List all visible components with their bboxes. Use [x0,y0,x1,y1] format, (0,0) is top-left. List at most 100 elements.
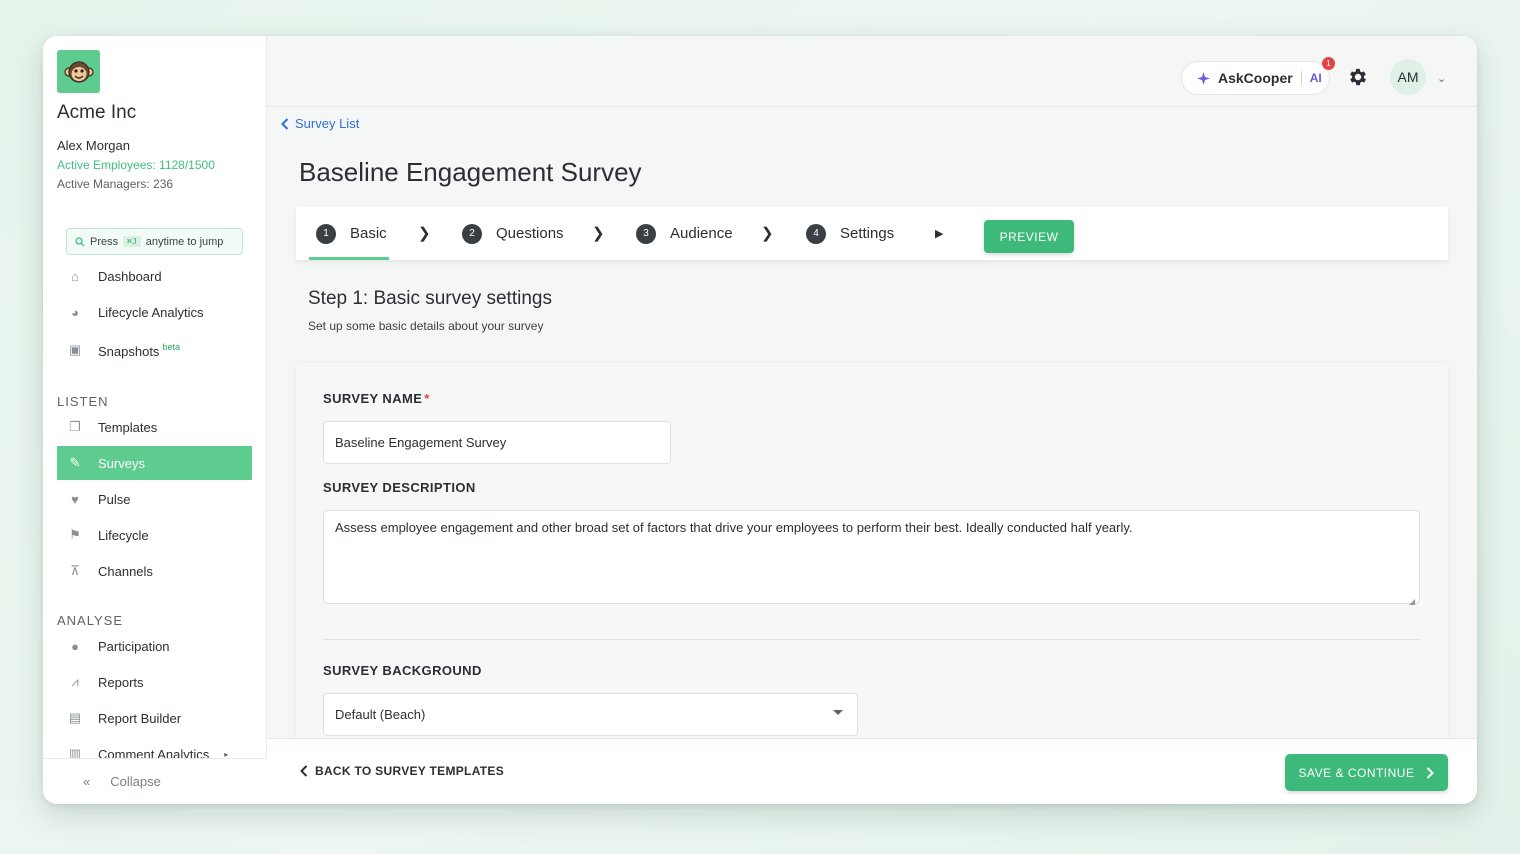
sidebar-item-reports[interactable]: ⩘ Reports [57,665,252,699]
step-number: 1 [316,223,336,244]
sidebar-item-label: Dashboard [98,268,162,284]
caret-right-icon: ▶ [935,228,944,240]
chevron-left-icon [281,117,289,130]
active-managers-count: Active Managers: 236 [57,177,174,191]
step-number: 4 [806,223,826,244]
resize-handle-icon[interactable]: ◢ [1409,593,1417,606]
step-subtitle: Set up some basic details about your sur… [308,319,544,333]
quick-jump-search[interactable]: Press ⌘J anytime to jump [66,228,243,255]
sidebar-item-snapshots[interactable]: ▣ Snapshots beta [57,333,252,367]
step-number: 3 [636,223,656,244]
user-check-icon: ● [71,638,79,654]
back-label: BACK TO SURVEY TEMPLATES [315,764,505,778]
app-window: Acme Inc Alex Morgan Active Employees: 1… [43,36,1477,804]
step-label: Basic [350,225,387,242]
chevron-right-icon: ❯ [761,225,774,242]
notification-badge: 1 [1322,57,1335,70]
sidebar-item-lifecycle-analytics[interactable]: ◕ Lifecycle Analytics [57,295,252,329]
sidebar: Acme Inc Alex Morgan Active Employees: 1… [43,36,267,804]
gear-icon[interactable] [1347,66,1369,88]
preview-button[interactable]: PREVIEW [984,220,1074,253]
section-analyse: ANALYSE [57,613,124,628]
collapse-sidebar-button[interactable]: « Collapse [43,758,267,804]
sidebar-item-templates[interactable]: ❐ Templates [57,410,252,444]
step-settings[interactable]: 4 Settings [806,207,894,260]
chevron-right-icon [1427,766,1435,779]
chevron-left-icon [300,765,308,777]
home-icon: ⌂ [71,268,79,284]
search-icon [75,236,85,246]
step-basic[interactable]: 1 Basic [309,207,389,260]
section-listen: LISTEN [57,394,109,409]
divider [323,639,1420,640]
sidebar-item-label: Surveys [98,455,145,471]
sidebar-item-surveys[interactable]: ✎ Surveys [57,446,252,480]
save-label: SAVE & CONTINUE [1298,765,1415,780]
sidebar-item-label: Lifecycle Analytics [98,304,204,320]
file-export-icon: ▤ [68,710,82,725]
step-audience[interactable]: 3 Audience [636,207,733,260]
survey-description-text: Assess employee engagement and other bro… [335,520,1133,535]
jump-shortcut-key: ⌘J [123,236,141,247]
sidebar-item-lifecycle[interactable]: ⚑ Lifecycle [57,518,252,552]
caret-down-icon [833,710,843,715]
pie-chart-icon: ◕ [71,304,79,320]
flag-icon: ⚑ [69,527,81,542]
step-label: Questions [496,225,564,242]
save-continue-button[interactable]: SAVE & CONTINUE [1285,754,1448,791]
monkey-logo-icon [63,60,94,83]
divider [1300,71,1302,85]
chevron-right-icon: ❯ [418,225,431,242]
survey-description-textarea[interactable]: Assess employee engagement and other bro… [323,510,1420,606]
top-bar: AskCooper AI 1 AM ⌄ [267,36,1477,107]
askcooper-button[interactable]: AskCooper AI [1181,61,1330,95]
copy-icon: ❐ [69,419,81,434]
sidebar-item-participation[interactable]: ● Participation [57,629,252,663]
step-label: Audience [670,225,733,242]
jump-press-label: Press [90,235,119,248]
sparkle-icon [1197,71,1210,85]
collapse-label: Collapse [110,774,161,789]
sidebar-item-channels[interactable]: ⊼ Channels [57,554,252,588]
breadcrumb-link[interactable]: Survey List [295,116,359,131]
chevron-right-icon: ❯ [592,225,605,242]
double-chevron-left-icon: « [83,774,91,789]
ai-label: AI [1309,71,1322,85]
askcooper-label: AskCooper [1218,70,1293,86]
survey-name-input[interactable]: Baseline Engagement Survey [323,421,671,464]
chevron-down-icon[interactable]: ⌄ [1437,72,1446,85]
sidebar-item-report-builder[interactable]: ▤ Report Builder [57,701,252,735]
survey-name-label: SURVEY NAME * [323,391,430,406]
line-chart-icon: ⩘ [71,674,79,689]
breadcrumb[interactable]: Survey List [281,116,359,131]
step-questions[interactable]: 2 Questions [462,207,564,260]
heartbeat-icon: ♥ [71,491,79,507]
broadcast-icon: ⊼ [70,563,80,578]
back-to-templates-button[interactable]: BACK TO SURVEY TEMPLATES [300,764,504,778]
form-footer: BACK TO SURVEY TEMPLATES SAVE & CONTINUE [267,738,1477,804]
sidebar-item-dashboard[interactable]: ⌂ Dashboard [57,259,252,293]
sidebar-item-pulse[interactable]: ♥ Pulse [57,482,252,516]
survey-background-select[interactable]: Default (Beach) [323,693,858,736]
sidebar-item-label: Pulse [98,491,131,507]
user-name: Alex Morgan [57,138,130,153]
survey-name-label-text: SURVEY NAME [323,391,423,406]
survey-background-value: Default (Beach) [335,707,426,722]
sidebar-item-label: Lifecycle [98,527,149,543]
company-logo[interactable] [57,50,100,93]
sidebar-item-label: Participation [98,638,170,654]
step-title: Step 1: Basic survey settings [308,288,552,309]
required-mark: * [424,391,430,406]
step-label: Settings [840,225,895,242]
active-employees-count: Active Employees: 1128/1500 [57,158,215,172]
step-number: 2 [462,223,482,244]
avatar[interactable]: AM [1390,59,1426,95]
sidebar-item-label: Report Builder [98,710,182,726]
camera-icon: ▣ [68,342,82,357]
beta-badge: beta [162,341,180,352]
sidebar-item-label: Channels [98,563,153,579]
sidebar-item-label: Templates [98,419,158,435]
brush-icon: ✎ [69,455,81,470]
org-name: Acme Inc [57,102,137,123]
sidebar-item-label: Snapshots [98,343,160,359]
